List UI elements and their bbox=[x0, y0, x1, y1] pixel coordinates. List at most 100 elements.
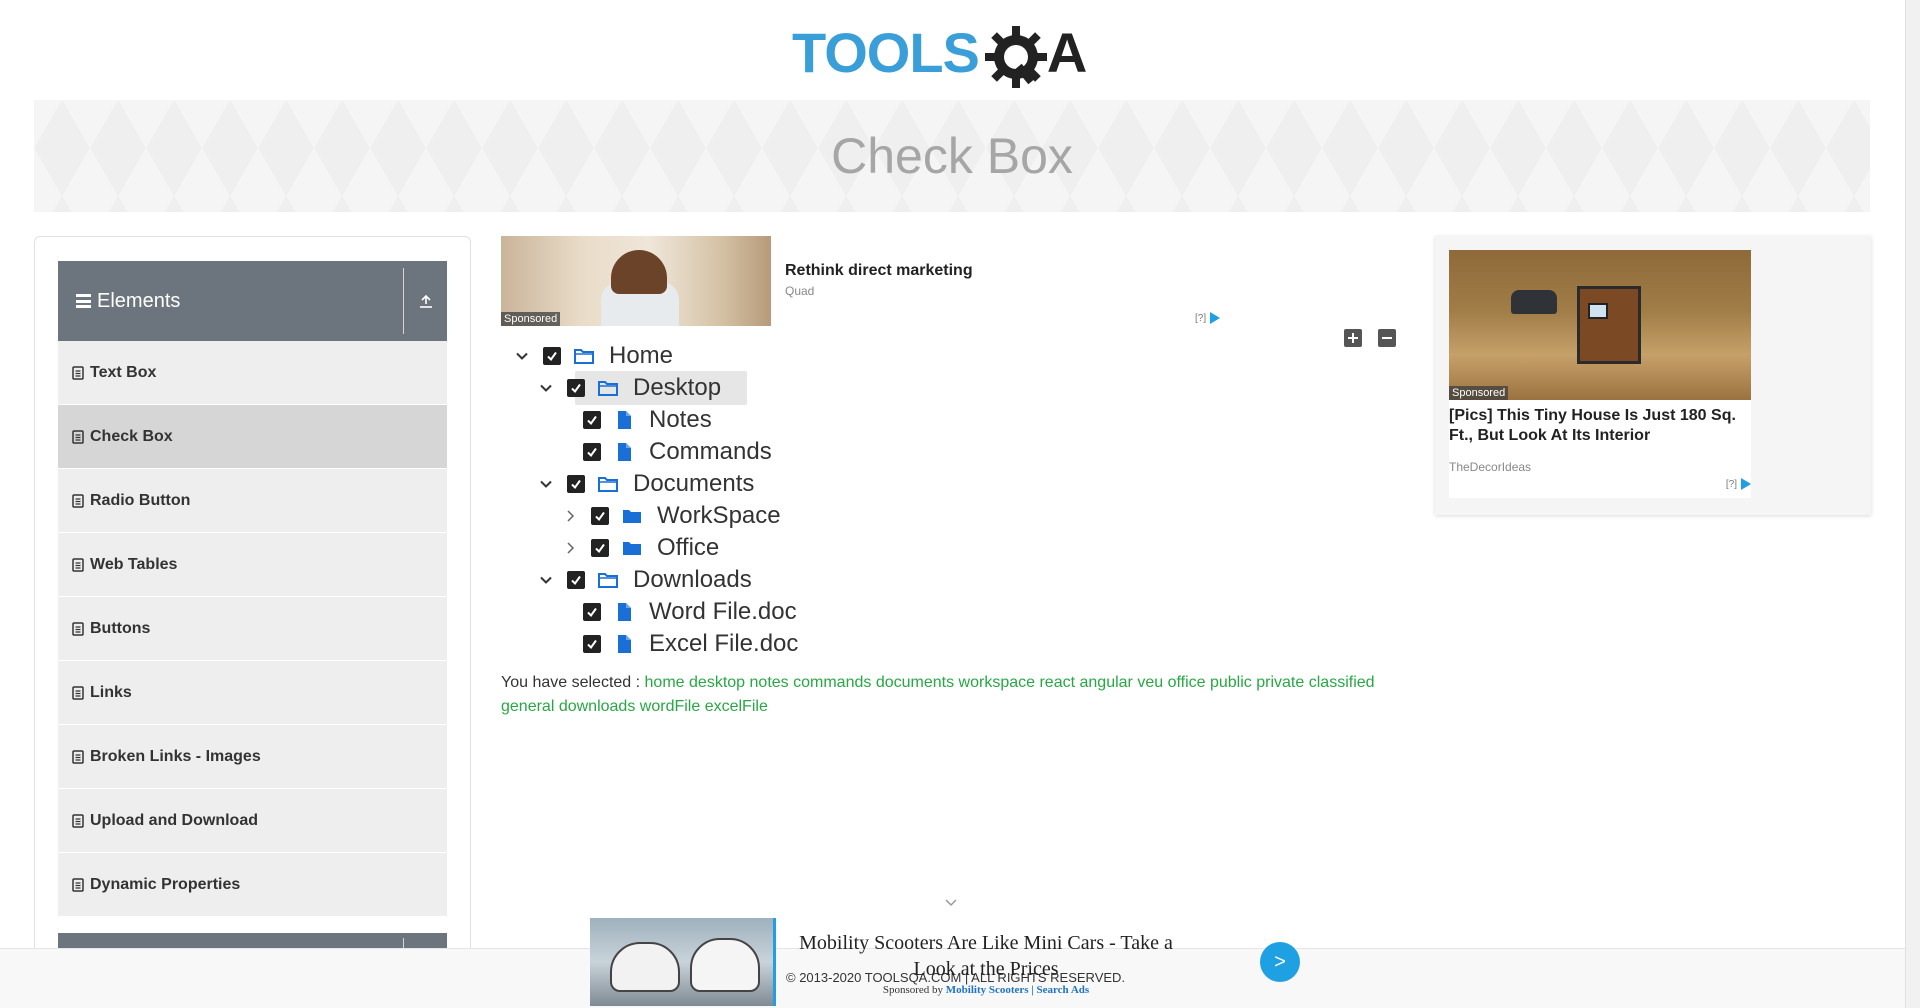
tree-node-label[interactable]: Word File.doc bbox=[645, 598, 801, 626]
selected-item: commands bbox=[793, 674, 872, 691]
selected-item: desktop bbox=[689, 674, 746, 691]
tree-node-label[interactable]: Office bbox=[653, 534, 723, 562]
ad-title[interactable]: Rethink direct marketing bbox=[785, 262, 973, 280]
hamburger-icon bbox=[76, 294, 91, 308]
right-ad[interactable]: Sponsored [Pics] This Tiny House Is Just… bbox=[1435, 236, 1871, 515]
chevron-down-icon[interactable] bbox=[944, 896, 958, 910]
collapse-group-toggle[interactable] bbox=[403, 268, 447, 334]
ad-title[interactable]: Mobility Scooters Are Like Mini Cars - T… bbox=[786, 930, 1186, 982]
tree-checkbox[interactable] bbox=[583, 635, 601, 653]
tree-checkbox[interactable] bbox=[591, 539, 609, 557]
page-title: Check Box bbox=[831, 128, 1073, 184]
minus-icon bbox=[1382, 337, 1392, 339]
toolsqa-logo[interactable]: TOOLS A bbox=[792, 14, 1087, 92]
top-ad[interactable]: Sponsored Rethink direct marketing Quad … bbox=[501, 236, 1231, 326]
document-icon bbox=[72, 365, 84, 380]
group-title-wrap: Elements bbox=[58, 290, 180, 313]
ad-title[interactable]: [Pics] This Tiny House Is Just 180 Sq. F… bbox=[1449, 406, 1751, 446]
sidebar-item-web-tables[interactable]: Web Tables bbox=[58, 533, 447, 597]
tree-node-label[interactable]: Commands bbox=[645, 438, 776, 466]
tree-toggle[interactable] bbox=[559, 505, 581, 527]
ad-image[interactable] bbox=[590, 918, 776, 1006]
sidebar-item-check-box[interactable]: Check Box bbox=[58, 405, 447, 469]
tree-toggle[interactable] bbox=[535, 473, 557, 495]
check-icon bbox=[547, 351, 557, 362]
sidebar-item-radio-button[interactable]: Radio Button bbox=[58, 469, 447, 533]
page-scrollbar[interactable] bbox=[1905, 0, 1920, 1008]
tree-node-label[interactable]: Notes bbox=[645, 406, 716, 434]
selected-item: public bbox=[1209, 674, 1252, 691]
sidebar-item-label: Dynamic Properties bbox=[90, 875, 241, 893]
tree-checkbox[interactable] bbox=[567, 571, 585, 589]
sidebar-item-upload-and-download[interactable]: Upload and Download bbox=[58, 789, 447, 853]
tree-actions bbox=[1344, 329, 1396, 347]
tree-node-label[interactable]: Desktop bbox=[629, 374, 725, 402]
tree-node-label[interactable]: Documents bbox=[629, 470, 758, 498]
tree-toggle[interactable] bbox=[535, 569, 557, 591]
selected-item: downloads bbox=[558, 698, 636, 715]
document-icon bbox=[72, 877, 84, 892]
adchoices[interactable]: [?] bbox=[1726, 478, 1751, 490]
adchoice-label: [?] bbox=[1195, 312, 1207, 324]
tree-node-home[interactable]: Home bbox=[511, 341, 677, 371]
chevron-right-icon bbox=[567, 542, 575, 554]
tree-node-downloads[interactable]: Downloads bbox=[535, 565, 756, 595]
tree-node-workspace[interactable]: WorkSpace bbox=[559, 501, 785, 531]
menu-list: Text Box Check Box Radio Button Web Tables B… bbox=[58, 341, 447, 917]
ad-source[interactable]: Quad bbox=[785, 284, 814, 298]
tree-checkbox[interactable] bbox=[583, 411, 601, 429]
tree-node-notes[interactable]: Notes bbox=[573, 405, 716, 435]
tree-toggle[interactable] bbox=[511, 345, 533, 367]
ad-image[interactable]: Sponsored bbox=[501, 236, 771, 326]
tree-node-word-file-doc[interactable]: Word File.doc bbox=[573, 597, 801, 627]
tree-node-office[interactable]: Office bbox=[559, 533, 723, 563]
tree-node-label[interactable]: Home bbox=[605, 342, 677, 370]
logo-suffix: A bbox=[1046, 21, 1088, 84]
tree-node-documents[interactable]: Documents bbox=[535, 469, 758, 499]
tree-checkbox[interactable] bbox=[567, 379, 585, 397]
ad-photo[interactable]: Sponsored bbox=[1449, 250, 1751, 400]
sidebar-item-links[interactable]: Links bbox=[58, 661, 447, 725]
sidebar-item-label: Upload and Download bbox=[90, 811, 258, 829]
ad-source[interactable]: TheDecorIdeas bbox=[1449, 460, 1531, 474]
bottom-ad[interactable]: Mobility Scooters Are Like Mini Cars - T… bbox=[590, 918, 1300, 1008]
tree-node-label[interactable]: Excel File.doc bbox=[645, 630, 802, 658]
tree-node-label[interactable]: WorkSpace bbox=[653, 502, 785, 530]
tree-checkbox[interactable] bbox=[583, 443, 601, 461]
ad-go-button[interactable]: > bbox=[1260, 942, 1300, 982]
adchoices-icon bbox=[1210, 312, 1221, 324]
sponsored-tag: Sponsored bbox=[1449, 386, 1509, 400]
check-icon bbox=[587, 639, 597, 650]
tree-node-label[interactable]: Downloads bbox=[629, 566, 756, 594]
document-icon bbox=[72, 621, 84, 636]
expand-all-button[interactable] bbox=[1344, 329, 1362, 347]
sponsor-link[interactable]: Mobility Scooters | Search Ads bbox=[946, 984, 1089, 996]
tree-node-commands[interactable]: Commands bbox=[573, 437, 776, 467]
sidebar-item-broken-links-images[interactable]: Broken Links - Images bbox=[58, 725, 447, 789]
chevron-right-icon bbox=[567, 510, 575, 522]
check-icon bbox=[571, 479, 581, 490]
check-icon bbox=[571, 383, 581, 394]
tree-checkbox[interactable] bbox=[583, 603, 601, 621]
adchoice-label: [?] bbox=[1725, 478, 1737, 490]
tree-toggle[interactable] bbox=[535, 377, 557, 399]
tree-node-excel-file-doc[interactable]: Excel File.doc bbox=[573, 629, 802, 659]
tree-checkbox[interactable] bbox=[567, 475, 585, 493]
selected-item: react bbox=[1039, 674, 1076, 691]
selected-item: home bbox=[644, 674, 685, 691]
sidebar-item-label: Check Box bbox=[90, 427, 173, 445]
adchoices[interactable]: [?] bbox=[1195, 312, 1221, 324]
elements-group-header[interactable]: Elements bbox=[58, 261, 447, 341]
tree-checkbox[interactable] bbox=[591, 507, 609, 525]
sidebar-item-text-box[interactable]: Text Box bbox=[58, 341, 447, 405]
sidebar-item-dynamic-properties[interactable]: Dynamic Properties bbox=[58, 853, 447, 917]
document-icon bbox=[72, 493, 84, 508]
tree-checkbox[interactable] bbox=[543, 347, 561, 365]
folder-open-icon bbox=[574, 349, 594, 364]
collapse-all-button[interactable] bbox=[1378, 329, 1396, 347]
sidebar-item-buttons[interactable]: Buttons bbox=[58, 597, 447, 661]
tree-node-desktop[interactable]: Desktop bbox=[535, 371, 747, 405]
check-icon bbox=[595, 511, 605, 522]
selection-result: You have selected : home desktop notes c… bbox=[501, 671, 1401, 719]
tree-toggle[interactable] bbox=[559, 537, 581, 559]
